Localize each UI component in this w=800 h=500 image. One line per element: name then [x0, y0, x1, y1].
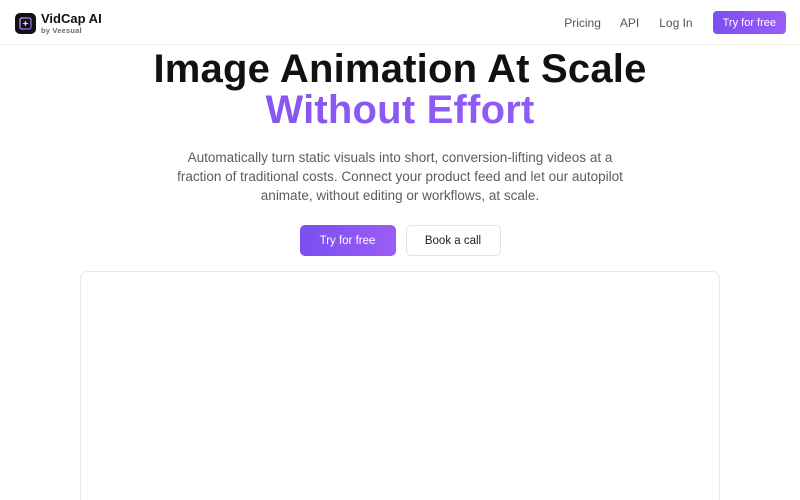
nav-try-free-button[interactable]: Try for free — [712, 11, 786, 34]
try-free-button[interactable]: Try for free — [299, 225, 396, 256]
brand-name: VidCap AI — [41, 10, 102, 26]
hero-subtitle: Automatically turn static visuals into s… — [177, 150, 623, 203]
hero-headline-accent: Without Effort — [0, 90, 800, 130]
nav-link-api[interactable]: API — [620, 16, 639, 30]
nav-link-pricing[interactable]: Pricing — [564, 16, 601, 30]
nav-links: Pricing API Log In Try for free — [564, 11, 786, 34]
hero-headline: Image Animation At Scale — [153, 47, 647, 91]
hero-section: Image Animation At Scale Without Effort … — [0, 48, 800, 256]
demo-video-frame[interactable] — [80, 271, 720, 500]
sparkle-frame-icon — [15, 12, 36, 34]
nav-link-login[interactable]: Log In — [659, 16, 692, 30]
top-navbar: VidCap AI by Veesual Pricing API Log In … — [0, 0, 800, 45]
hero-cta-row: Try for free Book a call — [0, 225, 800, 256]
book-call-button[interactable]: Book a call — [405, 225, 501, 256]
brand-logo-link[interactable]: VidCap AI by Veesual — [15, 11, 102, 35]
brand-subtitle: by Veesual — [41, 25, 82, 35]
